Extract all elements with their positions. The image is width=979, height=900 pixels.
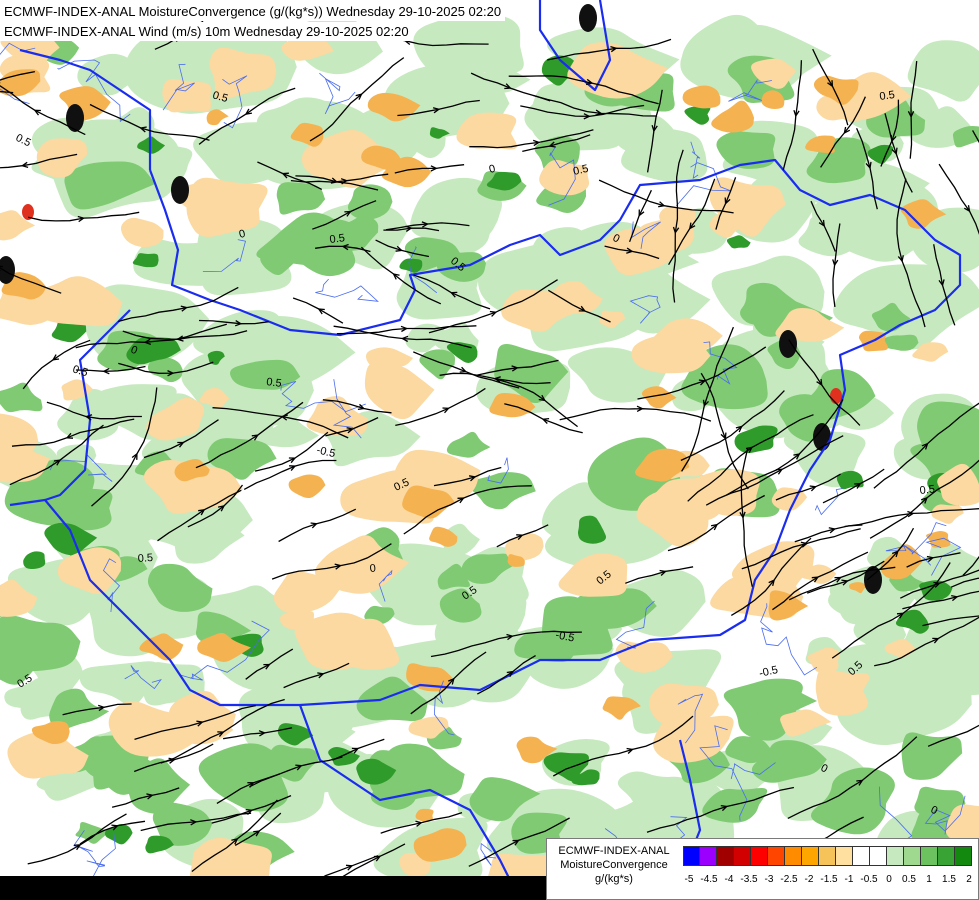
legend-swatch — [836, 846, 853, 866]
legend-tick-label: -3 — [764, 874, 774, 885]
footer-bar — [0, 876, 560, 900]
legend-swatch — [751, 846, 768, 866]
legend-tick-label: -3.5 — [740, 874, 758, 885]
legend-tick-label: 0.5 — [902, 874, 916, 885]
legend-tick-label: 0 — [886, 874, 892, 885]
legend-swatch — [768, 846, 785, 866]
legend-swatch — [717, 846, 734, 866]
legend-swatch — [938, 846, 955, 866]
strong-convergence-spot — [171, 176, 189, 204]
legend-tick-label: 1 — [926, 874, 932, 885]
legend-swatch — [853, 846, 870, 866]
legend-swatch — [785, 846, 802, 866]
legend-swatch — [887, 846, 904, 866]
contour-label: 0.5 — [879, 89, 896, 103]
legend-swatch — [870, 846, 887, 866]
legend-title-line: MoistureConvergence — [560, 859, 668, 871]
divergence-area — [162, 79, 212, 113]
contour-label: 0.5 — [137, 552, 153, 565]
legend-color-bar — [683, 846, 972, 866]
legend-swatch — [921, 846, 938, 866]
legend-swatch — [955, 846, 972, 866]
map-title-wind: ECMWF-INDEX-ANAL Wind (m/s) 10m Wednesda… — [0, 22, 413, 41]
map-title-moisture: ECMWF-INDEX-ANAL MoistureConvergence (g/… — [0, 2, 506, 21]
legend-tick-label: -2.5 — [780, 874, 798, 885]
legend-tick-label: -1 — [844, 874, 854, 885]
legend-tick-label: -5 — [684, 874, 694, 885]
contour-label: 0.5 — [919, 483, 935, 497]
map-viewer[interactable]: 0.5 0.5 0 0.5 0.5 0 0.5 0 0.5 -0.5 0.5 0 0.5 0.5 -0.5 0… — [0, 0, 979, 900]
legend-tick-label: -0.5 — [860, 874, 878, 885]
legend-tick-label: 1.5 — [942, 874, 956, 885]
legend-tick-label: -2 — [804, 874, 814, 885]
legend-swatch — [700, 846, 717, 866]
legend-tick-label: -1.5 — [820, 874, 838, 885]
color-legend: ECMWF-INDEX-ANAL MoistureConvergence g/(… — [546, 838, 979, 900]
legend-tick-label: -4 — [724, 874, 734, 885]
strong-convergence-spot — [779, 330, 797, 358]
contour-label: 0.5 — [266, 376, 283, 390]
legend-swatch — [734, 846, 751, 866]
legend-title: ECMWF-INDEX-ANAL MoistureConvergence g/(… — [547, 844, 681, 886]
legend-tick-label: -4.5 — [700, 874, 718, 885]
contour-label: 0.5 — [329, 232, 346, 246]
legend-title-line: ECMWF-INDEX-ANAL — [558, 845, 670, 857]
legend-swatch — [683, 846, 700, 866]
legend-swatch — [904, 846, 921, 866]
legend-title-line: g/(kg*s) — [595, 873, 633, 885]
legend-swatch — [802, 846, 819, 866]
map-canvas[interactable]: 0.50.50 0.50.50 0.500.5-0.5 0.500.50.5-0.50… — [0, 0, 979, 900]
strong-divergence-spot — [830, 388, 842, 404]
legend-tick-labels: -5 -4.5 -4 -3.5 -3 -2.5 -2 -1.5 -1 -0.5 0 0.5 1 1.5 2 — [683, 874, 975, 888]
strong-convergence-spot — [66, 104, 84, 132]
legend-tick-label: 2 — [966, 874, 972, 885]
contour-label: 0 — [369, 563, 376, 575]
legend-swatch — [819, 846, 836, 866]
strong-convergence-spot — [579, 4, 597, 32]
divergence-area — [815, 668, 870, 716]
